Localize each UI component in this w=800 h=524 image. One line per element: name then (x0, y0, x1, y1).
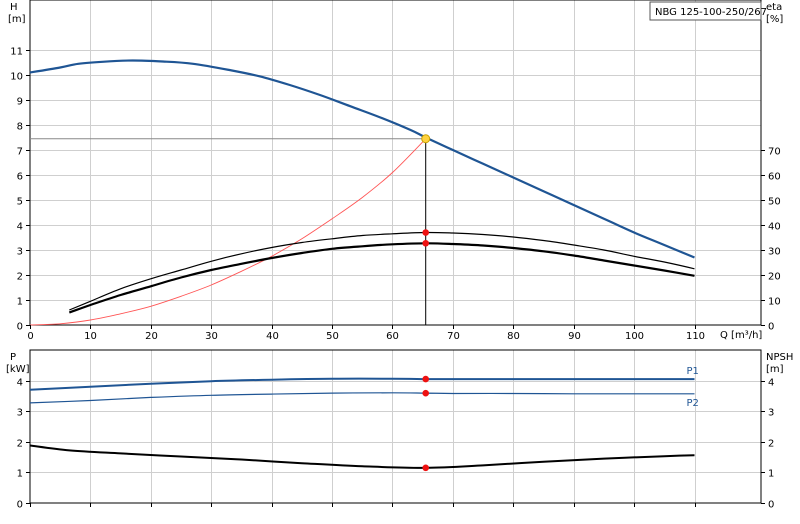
x-tick-label: 50 (326, 331, 339, 342)
right-tick-label: 70 (768, 147, 781, 158)
operating-point-marker (421, 134, 431, 144)
tick-labels-group: 0 10 20 30 40 50 60 70 80 90 100 110012345678910110… (10, 47, 780, 511)
upper-right-axis-label: eta (766, 2, 782, 13)
head-curve (29, 59, 695, 259)
right-tick-label: 60 (768, 172, 781, 183)
lower-left-axis-label: P (10, 352, 16, 363)
left-tick-label: 10 (10, 72, 23, 83)
x-tick-label: 80 (507, 331, 520, 342)
lower-right-tick-label: 0 (768, 500, 774, 511)
left-tick-label: 0 (17, 322, 23, 333)
left-tick-label: 5 (17, 197, 23, 208)
lower-right-tick-label: 4 (768, 378, 774, 389)
left-tick-label: 2 (17, 272, 23, 283)
left-tick-label: 1 (17, 297, 23, 308)
upper-grid (30, 0, 761, 325)
left-tick-label: 8 (17, 122, 23, 133)
left-tick-label: 11 (10, 47, 23, 58)
x-tick-label: 10 (84, 331, 97, 342)
x-axis-label: Q [m³/h] (720, 330, 762, 341)
lower-left-tick-label: 3 (17, 408, 23, 419)
chart-svg: NBG 125-100-250/267 H [m] eta [%] Q [m³/… (6, 0, 793, 511)
lower-left-tick-label: 2 (17, 439, 23, 450)
right-tick-label: 20 (768, 272, 781, 283)
upper-right-axis-unit: [%] (766, 14, 783, 25)
left-tick-label: 7 (17, 147, 23, 158)
lower-right-axis-unit: [m] (766, 364, 784, 375)
npsh-curve (29, 444, 695, 469)
lower-operating-point-marker (422, 375, 430, 383)
left-tick-label: 6 (17, 172, 23, 183)
x-tick-label: 110 (686, 331, 705, 342)
right-tick-label: 30 (768, 247, 781, 258)
total-efficiency-point-marker (422, 239, 430, 247)
series-label-p2: P2 (687, 398, 699, 409)
right-tick-label: 0 (768, 322, 774, 333)
p1-curve (29, 377, 695, 391)
efficiency-point-marker (422, 229, 430, 236)
lower-plot-frame (29, 349, 762, 504)
lower-right-tick-label: 1 (768, 469, 774, 480)
x-tick-label: 40 (266, 331, 279, 342)
lower-right-tick-label: 3 (768, 408, 774, 419)
left-tick-label: 4 (17, 222, 23, 233)
pump-curve-chart: NBG 125-100-250/267 H [m] eta [%] Q [m³/… (0, 0, 800, 520)
lower-left-axis-unit: [kW] (6, 364, 30, 375)
left-tick-label: 9 (17, 97, 23, 108)
left-tick-label: 3 (17, 247, 23, 258)
right-tick-label: 50 (768, 197, 781, 208)
system-curve (29, 138, 427, 326)
upper-plot-frame (29, 0, 762, 326)
right-tick-label: 40 (768, 222, 781, 233)
lower-operating-point-marker (422, 389, 430, 397)
lower-right-tick-label: 2 (768, 439, 774, 450)
lower-left-tick-label: 4 (17, 378, 23, 389)
model-label: NBG 125-100-250/267 (655, 7, 767, 18)
x-tick-label: 100 (625, 331, 644, 342)
p2-curve (29, 392, 695, 404)
x-tick-label: 0 (27, 331, 33, 342)
lower-left-tick-label: 1 (17, 469, 23, 480)
x-tick-label: 30 (205, 331, 218, 342)
right-tick-label: 10 (768, 297, 781, 308)
lower-left-tick-label: 0 (17, 500, 23, 511)
upper-left-axis-label: H (10, 2, 18, 13)
lower-grid (30, 350, 761, 503)
x-tick-label: 90 (568, 331, 581, 342)
series-label-p1: P1 (687, 366, 699, 377)
x-tick-label: 60 (386, 331, 399, 342)
x-tick-label: 70 (447, 331, 460, 342)
lower-operating-point-marker (422, 464, 430, 472)
x-tick-label: 20 (145, 331, 158, 342)
lower-right-axis-label: NPSH (766, 352, 793, 363)
upper-left-axis-unit: [m] (8, 14, 26, 25)
